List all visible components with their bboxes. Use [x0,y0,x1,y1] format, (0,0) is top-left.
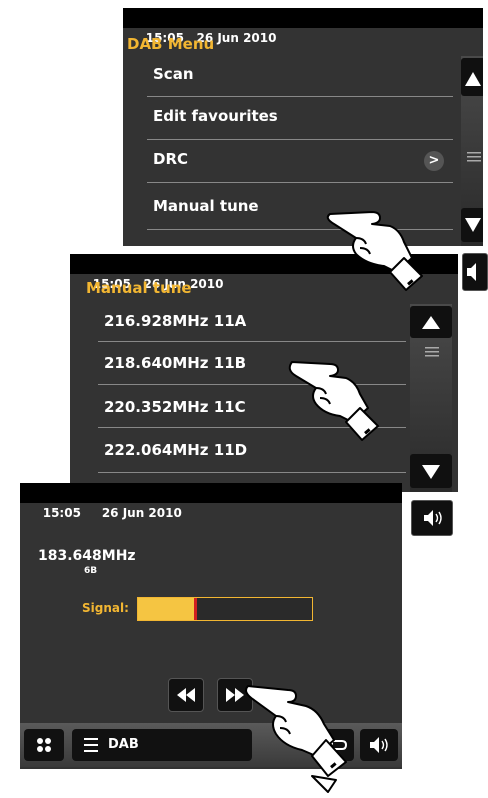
channel-item[interactable]: 216.928MHz 11A [104,312,246,330]
scroll-down-button[interactable] [410,454,452,488]
signal-fill [138,598,196,620]
divider [147,182,453,183]
rewind-icon [177,688,195,702]
divider [147,139,453,140]
channel-label: 6B [84,566,98,576]
signal-marker [194,598,198,620]
channel-item[interactable]: 218.640MHz 11B [104,354,246,372]
pointing-hand-icon [326,211,423,291]
scroll-grip-icon[interactable] [467,148,481,162]
pointing-hand-icon [288,361,379,441]
status-bar: 15:05 26 Jun 2010 [20,483,402,520]
menu-item-drc[interactable]: DRC [153,150,188,168]
menu-item-edit-favourites[interactable]: Edit favourites [153,107,278,125]
menu-button[interactable]: DAB [72,729,252,761]
channel-item[interactable]: 220.352MHz 11C [104,398,246,416]
status-date: 26 Jun 2010 [101,506,182,520]
signal-label: Signal: [82,601,129,615]
scroll-grip-icon[interactable] [425,343,439,357]
rewind-button[interactable] [168,678,204,712]
scroll-up-button[interactable] [461,58,483,96]
menu-icon [84,738,98,752]
grid-icon [37,738,51,752]
home-button[interactable] [24,729,64,761]
volume-icon [424,510,442,526]
status-bar: 15:05 26 Jun 2010 [123,8,483,45]
pointing-hand-icon [245,685,347,793]
status-time: 15:05 [42,506,81,520]
channel-item[interactable]: 222.064MHz 11D [104,441,247,459]
scroll-up-button[interactable] [410,306,452,338]
divider [98,472,406,473]
menu-item-scan[interactable]: Scan [153,65,194,83]
mode-label: DAB [108,737,139,752]
chevron-right-icon[interactable]: > [424,151,444,171]
signal-meter [137,597,313,621]
divider [98,341,406,342]
divider [147,96,453,97]
frequency-label: 183.648MHz [38,548,136,564]
scroll-down-button[interactable] [461,208,483,242]
menu-item-manual-tune[interactable]: Manual tune [153,197,259,215]
scroll-up-icon [465,72,481,86]
scroll-up-icon [422,316,440,329]
menu-title: DAB Menu [127,35,215,53]
menu-title: Manual tune [86,279,192,297]
volume-button[interactable] [462,253,488,291]
volume-icon [467,263,476,281]
volume-button[interactable] [411,500,453,536]
scroll-down-icon [465,218,481,232]
scroll-down-icon [422,465,440,479]
